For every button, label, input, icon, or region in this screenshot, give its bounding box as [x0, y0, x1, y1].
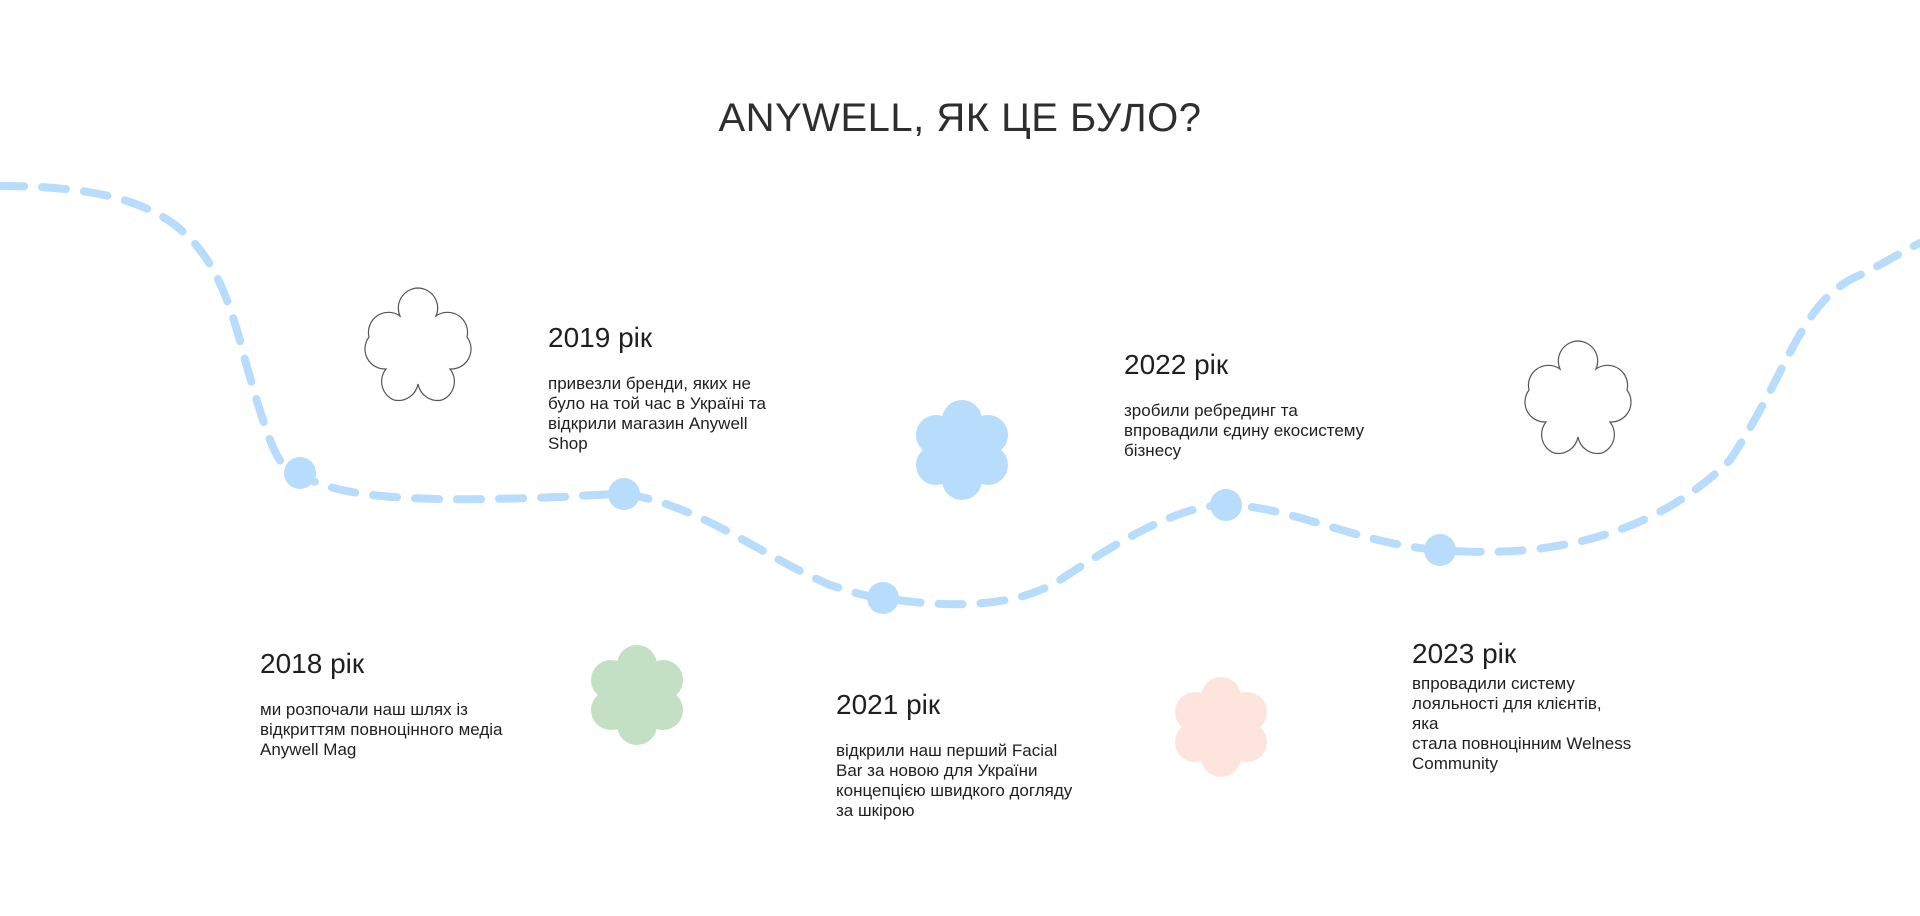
milestone-year: 2022 рік	[1124, 349, 1229, 380]
milestone-description: відкрили наш перший Facial Bar за новою …	[836, 741, 1073, 820]
flower-outline-icon	[1524, 340, 1632, 455]
milestone-2023: 2023 рік впровадили систему лояльності д…	[1412, 638, 1652, 774]
timeline-section: ANYWELL, ЯК ЦЕ БУЛО? 2018 рік ми розпоча…	[0, 0, 1920, 916]
flower-blue-icon	[916, 400, 1008, 500]
milestone-description: впровадили систему лояльності для клієнт…	[1412, 674, 1632, 773]
timeline-dot-2018	[284, 457, 316, 489]
milestone-description: привезли бренди, яких не було на той час…	[548, 374, 766, 453]
flower-peach-icon	[1175, 677, 1267, 777]
milestone-description: зробили ребрединг та впровадили єдину ек…	[1124, 401, 1365, 460]
page-title: ANYWELL, ЯК ЦЕ БУЛО?	[718, 96, 1202, 140]
flower-green-icon	[591, 645, 683, 745]
milestone-2018: 2018 рік ми розпочали наш шлях із відкри…	[260, 648, 530, 760]
milestone-year: 2021 рік	[836, 689, 941, 720]
timeline-dot-2023	[1424, 534, 1456, 566]
milestone-2022: 2022 рік зробили ребрединг та впровадили…	[1124, 349, 1384, 461]
milestone-description: ми розпочали наш шлях із відкриттям повн…	[260, 700, 503, 759]
milestone-year: 2018 рік	[260, 648, 365, 679]
timeline-dot-2019	[608, 478, 640, 510]
milestone-2021: 2021 рік відкрили наш перший Facial Bar …	[836, 689, 1096, 821]
timeline-dot-2022	[1210, 489, 1242, 521]
milestone-year: 2023 рік	[1412, 638, 1517, 669]
timeline-dashed-path	[0, 182, 1920, 609]
flower-outline-icon	[364, 287, 472, 402]
milestone-2019: 2019 рік привезли бренди, яких не було н…	[548, 322, 788, 454]
milestone-year: 2019 рік	[548, 322, 653, 353]
timeline-dot-2021	[867, 582, 899, 614]
